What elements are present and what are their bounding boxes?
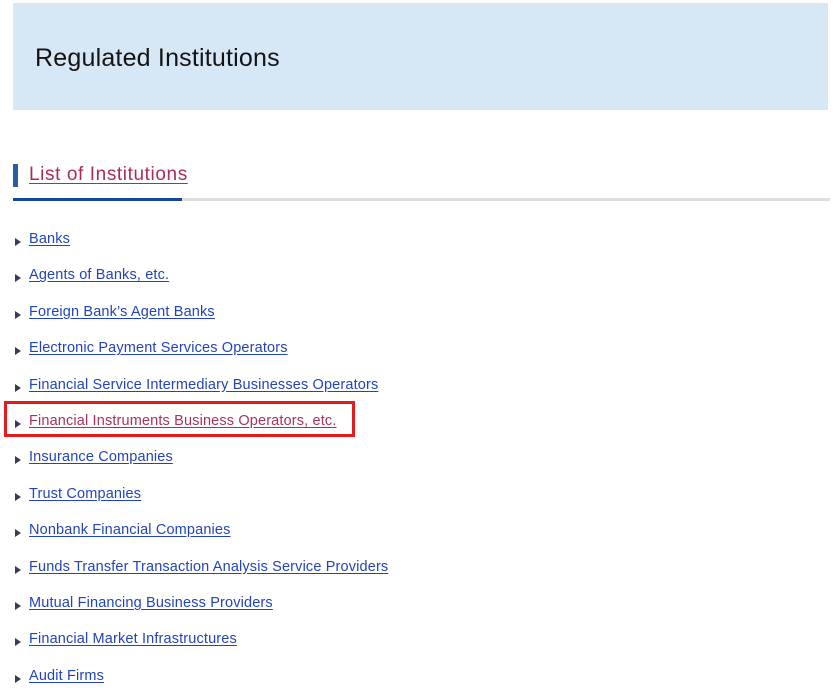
list-item: Financial Instruments Business Operators…	[0, 406, 840, 442]
triangle-right-icon	[15, 601, 21, 610]
institution-link[interactable]: Audit Firms	[29, 666, 104, 686]
institution-link[interactable]: Electronic Payment Services Operators	[29, 338, 288, 358]
list-item: Mutual Financing Business Providers	[0, 588, 840, 624]
list-item: Agents of Banks, etc.	[0, 260, 840, 296]
institution-link[interactable]: Agents of Banks, etc.	[29, 265, 169, 285]
triangle-right-icon	[15, 347, 21, 356]
list-item: Financial Market Infrastructures	[0, 624, 840, 660]
triangle-right-icon	[15, 492, 21, 501]
institution-link[interactable]: Funds Transfer Transaction Analysis Serv…	[29, 557, 388, 577]
section-heading-link[interactable]: List of Institutions	[29, 163, 188, 187]
list-item: Electronic Payment Services Operators	[0, 333, 840, 369]
list-of-institutions-section: List of Institutions	[0, 160, 840, 201]
list-item: Financial Service Intermediary Businesse…	[0, 370, 840, 406]
institution-link[interactable]: Financial Instruments Business Operators…	[29, 411, 337, 431]
list-item: Insurance Companies	[0, 442, 840, 478]
triangle-right-icon	[15, 274, 21, 283]
institution-link[interactable]: Nonbank Financial Companies	[29, 520, 231, 540]
list-item: Trust Companies	[0, 479, 840, 515]
institution-link[interactable]: Financial Market Infrastructures	[29, 629, 237, 649]
heading-accent-bar-icon	[13, 164, 18, 187]
institution-link[interactable]: Foreign Bank’s Agent Banks	[29, 302, 215, 322]
list-item: Banks	[0, 224, 840, 260]
triangle-right-icon	[15, 565, 21, 574]
institution-link[interactable]: Mutual Financing Business Providers	[29, 593, 273, 613]
triangle-right-icon	[15, 310, 21, 319]
institution-link[interactable]: Financial Service Intermediary Businesse…	[29, 375, 378, 395]
triangle-right-icon	[15, 383, 21, 392]
section-divider-accent	[13, 198, 182, 201]
triangle-right-icon	[15, 419, 21, 428]
triangle-right-icon	[15, 456, 21, 465]
section-divider	[13, 198, 830, 201]
page-title: Regulated Institutions	[35, 44, 280, 72]
institution-link[interactable]: Trust Companies	[29, 484, 141, 504]
institution-list: Banks Agents of Banks, etc. Foreign Bank’s…	[0, 224, 840, 697]
triangle-right-icon	[15, 638, 21, 647]
list-item: Audit Firms	[0, 661, 840, 697]
triangle-right-icon	[15, 674, 21, 683]
list-item: Foreign Bank’s Agent Banks	[0, 297, 840, 333]
institution-link[interactable]: Banks	[29, 229, 70, 249]
list-item: Nonbank Financial Companies	[0, 515, 840, 551]
triangle-right-icon	[15, 529, 21, 538]
section-heading: List of Institutions	[0, 160, 840, 192]
triangle-right-icon	[15, 238, 21, 246]
institution-link[interactable]: Insurance Companies	[29, 447, 173, 467]
list-item: Funds Transfer Transaction Analysis Serv…	[0, 552, 840, 588]
page-banner: Regulated Institutions	[13, 3, 828, 110]
